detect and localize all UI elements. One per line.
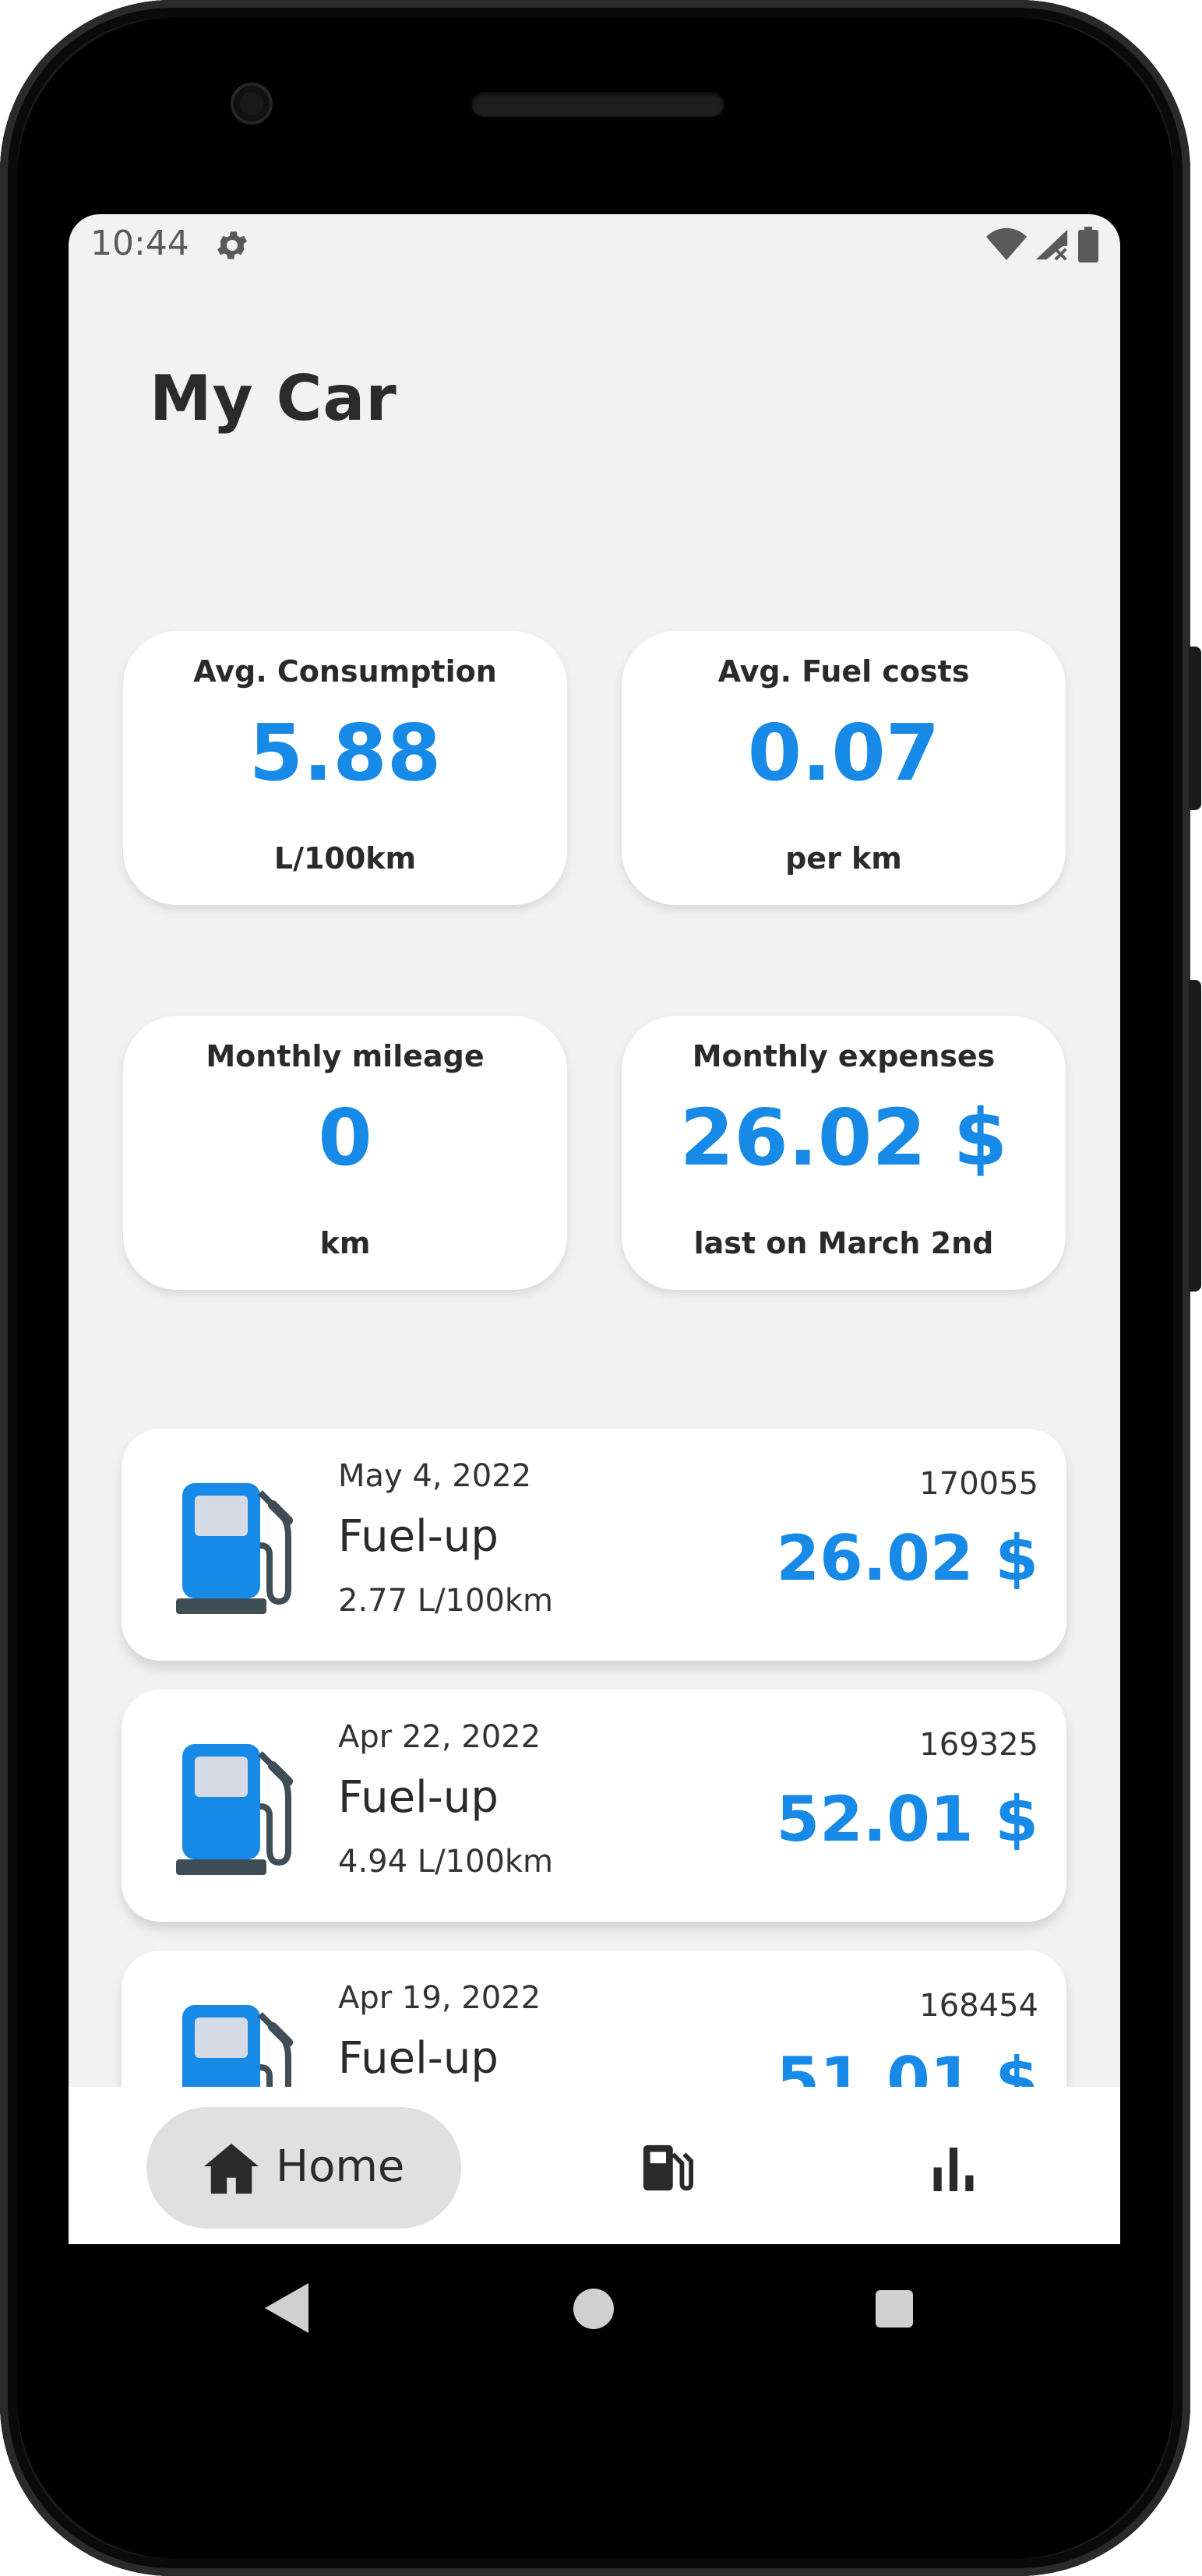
bar-chart-icon[interactable] bbox=[933, 2148, 974, 2191]
stat-label: Avg. Fuel costs bbox=[717, 654, 970, 689]
stat-card-avg-fuel-costs[interactable]: Avg. Fuel costs 0.07 per km bbox=[622, 631, 1066, 905]
stat-label: Avg. Consumption bbox=[193, 654, 497, 689]
wifi-icon bbox=[986, 227, 1027, 260]
nav-home-label: Home bbox=[276, 2141, 405, 2192]
fuel-station-icon[interactable] bbox=[639, 2140, 693, 2196]
entry-title: Fuel-up bbox=[338, 1772, 499, 1823]
entry-odometer: 168454 bbox=[919, 1988, 1038, 2024]
app-screen: 10:44 My Car Avg. Consumption 5.88 L/100… bbox=[69, 214, 1120, 2244]
recents-icon[interactable] bbox=[876, 2290, 913, 2328]
entry-amount: 52.01 $ bbox=[776, 1783, 1038, 1855]
power-button bbox=[1189, 647, 1201, 810]
stat-unit: last on March 2nd bbox=[693, 1226, 994, 1260]
entry-date: Apr 19, 2022 bbox=[338, 1980, 541, 2016]
entry-efficiency: 4.94 L/100km bbox=[338, 1844, 554, 1880]
stat-value: 26.02 $ bbox=[679, 1092, 1008, 1183]
nav-home-button[interactable]: Home bbox=[146, 2107, 461, 2229]
back-icon[interactable] bbox=[265, 2283, 312, 2333]
signal-off-icon bbox=[1035, 229, 1068, 261]
bottom-navigation: Home bbox=[69, 2087, 1120, 2244]
entry-odometer: 170055 bbox=[919, 1466, 1038, 1502]
fuel-pump-icon bbox=[176, 1744, 293, 1875]
page-title: My Car bbox=[150, 362, 397, 435]
stat-value: 5.88 bbox=[249, 707, 442, 798]
home-icon bbox=[204, 2143, 259, 2194]
gear-icon[interactable] bbox=[213, 227, 251, 264]
entry-title: Fuel-up bbox=[338, 2033, 499, 2084]
stat-unit: L/100km bbox=[273, 841, 417, 876]
volume-button bbox=[1189, 980, 1201, 1292]
stat-card-avg-consumption[interactable]: Avg. Consumption 5.88 L/100km bbox=[123, 631, 567, 905]
entry-amount: 26.02 $ bbox=[776, 1522, 1038, 1595]
list-item[interactable]: Apr 22, 2022 Fuel-up 4.94 L/100km 169325… bbox=[122, 1690, 1066, 1922]
list-item[interactable]: May 4, 2022 Fuel-up 2.77 L/100km 170055 … bbox=[122, 1429, 1066, 1661]
stat-unit: per km bbox=[785, 841, 902, 876]
stat-value: 0.07 bbox=[747, 707, 940, 798]
entry-efficiency: 2.77 L/100km bbox=[338, 1583, 554, 1619]
stat-unit: km bbox=[319, 1226, 371, 1260]
entry-date: May 4, 2022 bbox=[338, 1458, 532, 1494]
fuel-pump-icon bbox=[176, 1483, 293, 1614]
entry-date: Apr 22, 2022 bbox=[338, 1719, 541, 1755]
stat-label: Monthly mileage bbox=[206, 1039, 485, 1073]
front-camera bbox=[234, 86, 270, 122]
stat-label: Monthly expenses bbox=[692, 1039, 996, 1073]
stat-card-monthly-expenses[interactable]: Monthly expenses 26.02 $ last on March 2… bbox=[622, 1016, 1066, 1290]
status-time: 10:44 bbox=[90, 224, 189, 263]
entry-odometer: 169325 bbox=[919, 1727, 1038, 1763]
home-circle-icon[interactable] bbox=[573, 2289, 614, 2329]
entry-title: Fuel-up bbox=[338, 1511, 499, 1562]
battery-icon bbox=[1078, 227, 1098, 263]
status-icons bbox=[986, 227, 1098, 263]
status-bar: 10:44 bbox=[69, 214, 1120, 277]
stat-value: 0 bbox=[318, 1092, 372, 1183]
earpiece-speaker bbox=[471, 92, 724, 117]
system-navigation bbox=[69, 2244, 1120, 2377]
stat-card-monthly-mileage[interactable]: Monthly mileage 0 km bbox=[123, 1016, 567, 1290]
